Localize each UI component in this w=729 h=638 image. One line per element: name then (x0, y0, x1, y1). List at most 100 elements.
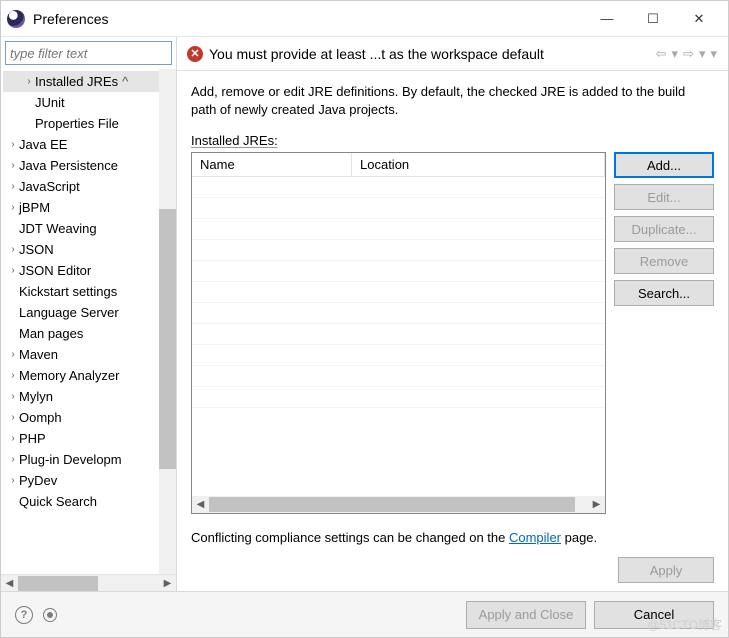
tree-item-label: Properties File (35, 116, 119, 131)
tree-vscroll-thumb[interactable] (159, 209, 176, 469)
table-row (192, 387, 605, 408)
tree-item[interactable]: JDT Weaving (3, 218, 176, 239)
tree-item-label: JUnit (35, 95, 65, 110)
twisty-icon[interactable]: › (7, 202, 19, 213)
duplicate-button[interactable]: Duplicate... (614, 216, 714, 242)
column-header-name[interactable]: Name (192, 153, 352, 177)
table-row (192, 282, 605, 303)
maximize-button[interactable]: ☐ (630, 1, 676, 37)
table-row (192, 240, 605, 261)
nav-back-icon[interactable]: ⇦ (655, 46, 668, 62)
search-button[interactable]: Search... (614, 280, 714, 306)
table-hscroll[interactable]: ◀ ▶ (192, 496, 605, 513)
tree-hscroll-thumb[interactable] (18, 576, 98, 591)
error-icon: ✕ (187, 46, 203, 62)
tree-item[interactable]: ›Oomph (3, 407, 176, 428)
tree-item[interactable]: ›Installed JREs ^ (3, 71, 176, 92)
twisty-icon[interactable]: › (7, 181, 19, 192)
twisty-icon[interactable]: › (23, 76, 35, 87)
oomph-record-icon[interactable] (43, 608, 57, 622)
twisty-icon[interactable]: › (7, 349, 19, 360)
tree-item[interactable]: Language Server (3, 302, 176, 323)
table-hscroll-thumb[interactable] (209, 497, 575, 512)
help-icon[interactable]: ? (15, 606, 33, 624)
tree-item[interactable]: ›JSON (3, 239, 176, 260)
minimize-button[interactable]: — (584, 1, 630, 37)
twisty-icon[interactable]: › (7, 433, 19, 444)
tree-item[interactable]: Quick Search (3, 491, 176, 512)
twisty-icon[interactable]: › (7, 244, 19, 255)
edit-button[interactable]: Edit... (614, 184, 714, 210)
tree-item[interactable]: ›Maven (3, 344, 176, 365)
table-row (192, 261, 605, 282)
tree-hscroll-right-icon[interactable]: ▶ (159, 575, 176, 592)
tree-item-label: Quick Search (19, 494, 97, 509)
jre-table[interactable]: Name Location (191, 152, 606, 514)
tree-item-label: JDT Weaving (19, 221, 97, 236)
twisty-icon[interactable]: › (7, 370, 19, 381)
tree-item-label: Man pages (19, 326, 83, 341)
bottom-bar: ? Apply and Close Cancel (1, 591, 728, 637)
table-row (192, 177, 605, 198)
tree-item[interactable]: Properties File (3, 113, 176, 134)
page-header: ✕ You must provide at least ...t as the … (177, 37, 728, 71)
apply-button[interactable]: Apply (618, 557, 714, 583)
tree-hscroll-left-icon[interactable]: ◀ (1, 575, 18, 592)
add-button[interactable]: Add... (614, 152, 714, 178)
twisty-icon[interactable]: › (7, 391, 19, 402)
sidebar: ›Installed JREs ^JUnitProperties File›Ja… (1, 37, 177, 591)
close-button[interactable]: ✕ (676, 1, 722, 37)
twisty-icon[interactable]: › (7, 160, 19, 171)
filter-input[interactable] (5, 41, 172, 65)
twisty-icon[interactable]: › (7, 265, 19, 276)
tree-item-label: Java EE (19, 137, 67, 152)
remove-button[interactable]: Remove (614, 248, 714, 274)
table-row (192, 303, 605, 324)
column-header-location[interactable]: Location (352, 153, 605, 177)
compiler-link[interactable]: Compiler (509, 530, 561, 545)
tree-item[interactable]: ›PHP (3, 428, 176, 449)
tree-item[interactable]: Kickstart settings (3, 281, 176, 302)
tree-item-label: Mylyn (19, 389, 53, 404)
preferences-tree[interactable]: ›Installed JREs ^JUnitProperties File›Ja… (1, 69, 176, 574)
tree-item-label: Kickstart settings (19, 284, 117, 299)
tree-item-label: Language Server (19, 305, 119, 320)
twisty-icon[interactable]: › (7, 475, 19, 486)
tree-item[interactable]: ›JSON Editor (3, 260, 176, 281)
tree-item[interactable]: ›JavaScript (3, 176, 176, 197)
table-hscroll-left-icon[interactable]: ◀ (192, 496, 209, 513)
apply-and-close-button[interactable]: Apply and Close (466, 601, 586, 629)
tree-item-label: Plug-in Developm (19, 452, 122, 467)
tree-item[interactable]: JUnit (3, 92, 176, 113)
table-row (192, 408, 605, 496)
twisty-icon[interactable]: › (7, 139, 19, 150)
twisty-icon[interactable]: › (7, 454, 19, 465)
tree-vscroll-track[interactable] (159, 69, 176, 574)
page-description: Add, remove or edit JRE definitions. By … (191, 83, 714, 119)
tree-item[interactable]: ›Java Persistence (3, 155, 176, 176)
tree-item[interactable]: ›Plug-in Developm (3, 449, 176, 470)
twisty-icon[interactable]: › (7, 412, 19, 423)
tree-item[interactable]: Man pages (3, 323, 176, 344)
titlebar: Preferences — ☐ ✕ (1, 1, 728, 37)
footer-text: Conflicting compliance settings can be c… (191, 530, 509, 545)
footer-text: page. (561, 530, 597, 545)
cancel-button[interactable]: Cancel (594, 601, 714, 629)
tree-item-label: Maven (19, 347, 58, 362)
tree-item[interactable]: ›Memory Analyzer (3, 365, 176, 386)
table-label: Installed JREs: (191, 133, 714, 148)
tree-item[interactable]: ›Mylyn (3, 386, 176, 407)
nav-back-menu-icon[interactable]: ▾ (671, 46, 680, 62)
tree-item[interactable]: ›jBPM (3, 197, 176, 218)
tree-item-label: Installed JREs (35, 74, 118, 89)
tree-item[interactable]: ›Java EE (3, 134, 176, 155)
tree-item-label: JSON Editor (19, 263, 91, 278)
window-title: Preferences (33, 11, 584, 27)
table-row (192, 324, 605, 345)
table-hscroll-right-icon[interactable]: ▶ (588, 496, 605, 513)
nav-forward-menu-icon[interactable]: ▾ (698, 46, 707, 62)
nav-forward-icon[interactable]: ⇨ (682, 46, 695, 62)
tree-item[interactable]: ›PyDev (3, 470, 176, 491)
tree-hscroll[interactable]: ◀ ▶ (1, 574, 176, 591)
view-menu-icon[interactable]: ▾ (709, 46, 718, 62)
